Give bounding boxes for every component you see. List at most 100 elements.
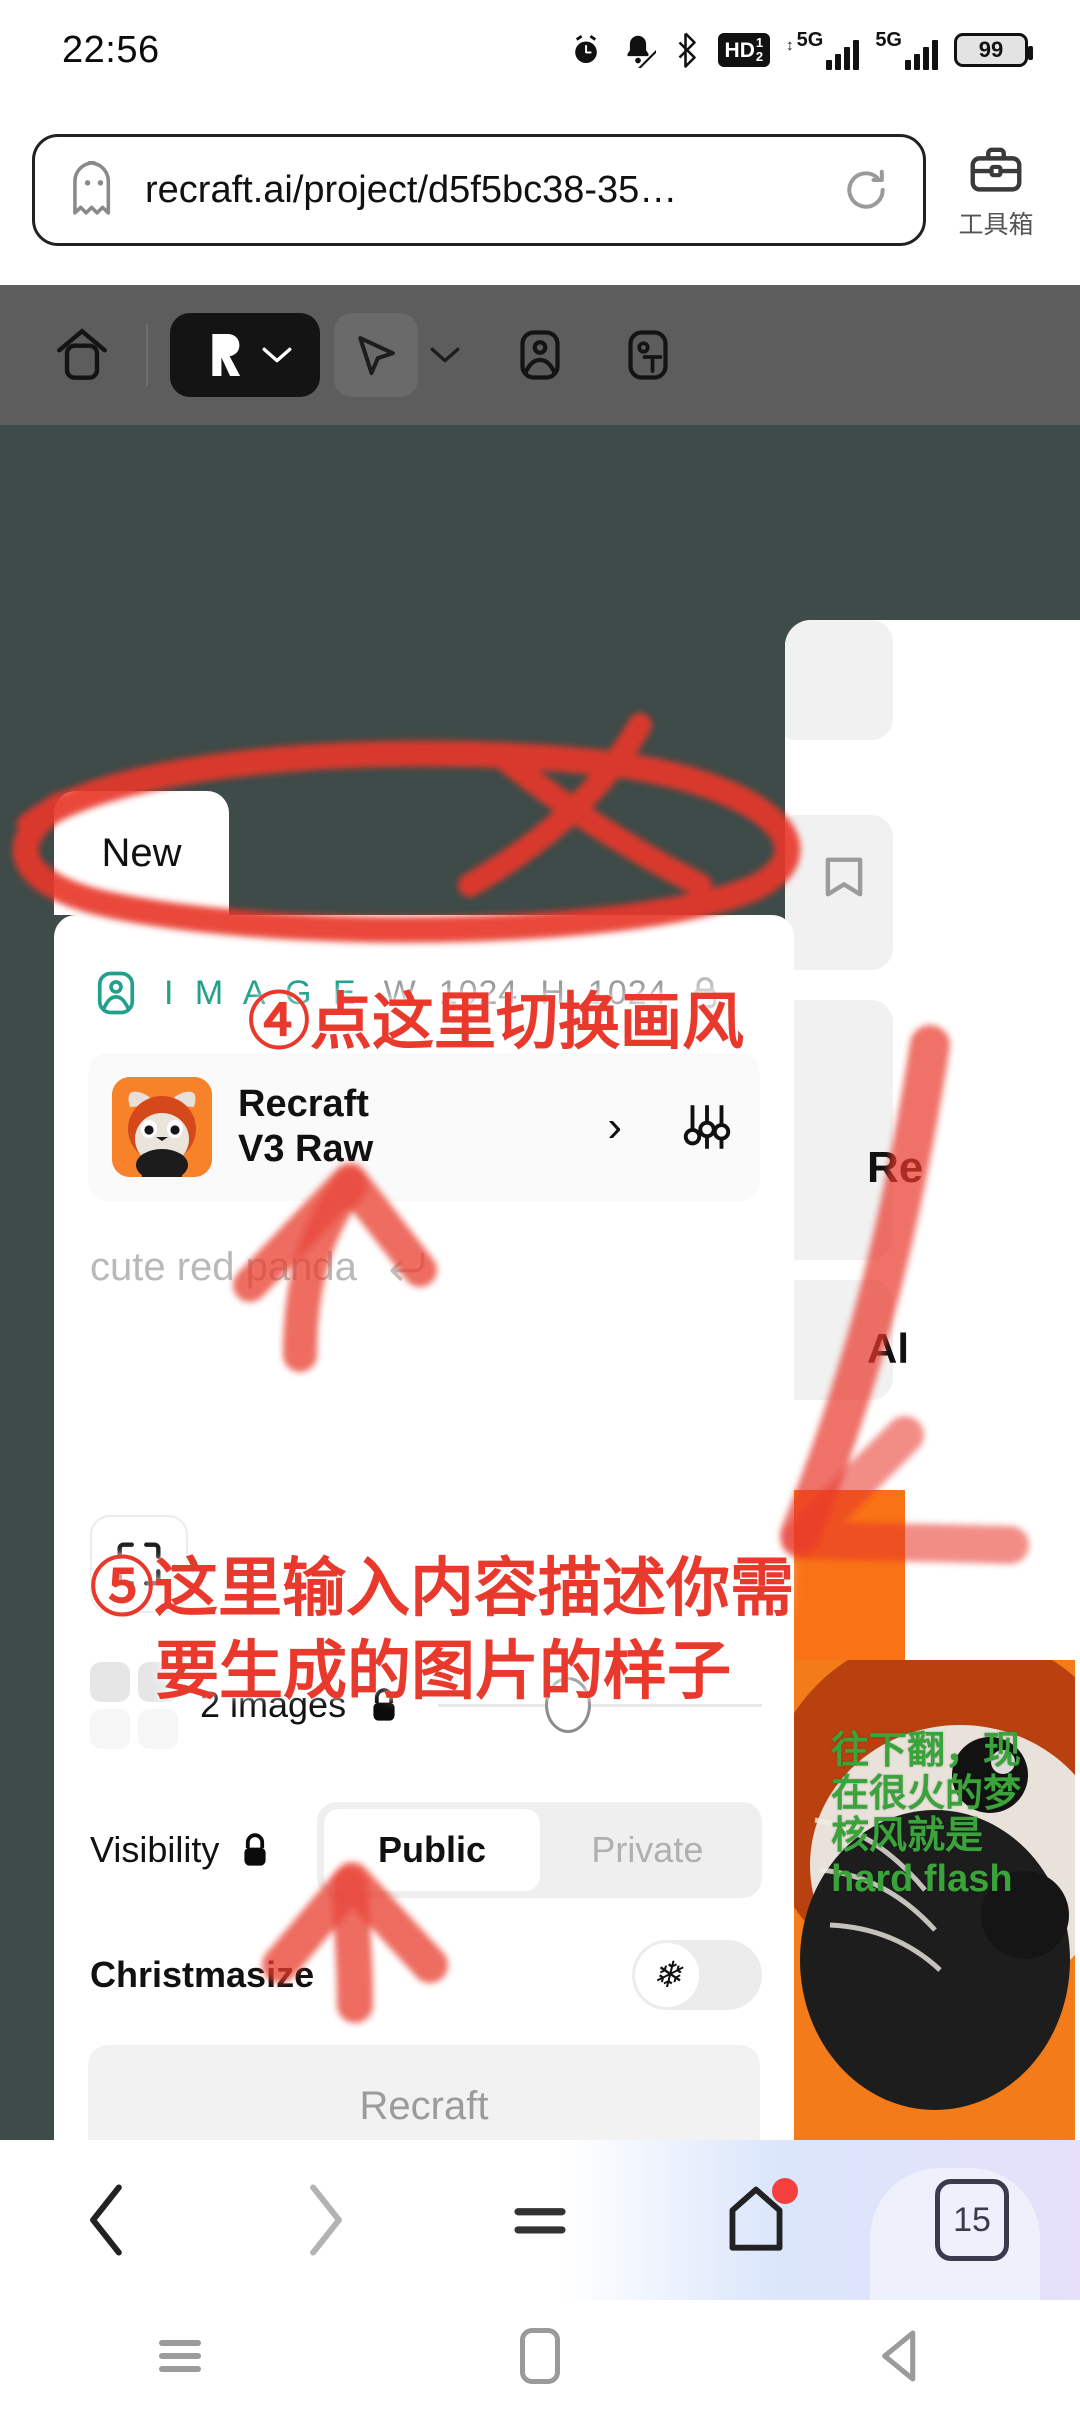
android-nav-bar [0, 2300, 1080, 2412]
image-count-slider[interactable] [438, 1677, 762, 1733]
browser-home-button[interactable] [648, 2140, 864, 2300]
brand-tool-button[interactable] [170, 313, 320, 397]
bookmark-icon [821, 851, 867, 903]
count-grid-icon [90, 1661, 178, 1749]
christmasize-row: Christmasize ❄ [90, 1925, 762, 2025]
battery-icon: 99 [954, 33, 1033, 67]
hd-sup: 1 [755, 35, 764, 51]
right-panel-title: Re [867, 1143, 924, 1192]
back-icon [876, 2328, 924, 2384]
home-icon[interactable] [40, 313, 124, 397]
slider-track [438, 1703, 762, 1707]
status-bar: 22:56 HD 1 2 ↕ 5G 5G 99 [0, 0, 1080, 100]
image-icon [90, 967, 142, 1019]
image-section-label: I M A G E [164, 973, 362, 1012]
bluetooth-icon [672, 32, 702, 68]
cursor-tool-button[interactable] [334, 313, 418, 397]
christmasize-toggle[interactable]: ❄ [632, 1940, 762, 2010]
status-time: 22:56 [62, 28, 160, 71]
style-chip-button[interactable] [90, 1515, 188, 1613]
android-home-button[interactable] [360, 2328, 720, 2384]
chevron-down-icon[interactable] [260, 344, 294, 366]
hd-voice-icon: HD 1 2 [717, 33, 771, 67]
green-annotation-note: 往下翻，现在很火的梦核风就是hard flash [831, 1730, 1022, 1900]
visibility-lock-icon[interactable] [239, 1830, 271, 1870]
data-arrows-icon: ↕ [786, 37, 794, 54]
browser-bottom-bar: 15 [0, 2140, 1080, 2300]
model-title: Recraft [238, 1083, 369, 1126]
browser-back-button[interactable] [0, 2140, 216, 2300]
recents-icon [159, 2333, 201, 2379]
toolbox-label: 工具箱 [958, 211, 1034, 239]
right-side-panel: Re Al 往下翻，现在很火的梦核风就是hard flash cr [785, 620, 1080, 2140]
status-icon-group: HD 1 2 ↕ 5G 5G 99 [568, 29, 1033, 70]
sliders-icon[interactable] [678, 1098, 736, 1156]
panel-card[interactable] [785, 620, 893, 740]
image-tool-button[interactable] [498, 313, 582, 397]
toolbar-divider [146, 324, 148, 386]
notification-dot [772, 2178, 798, 2204]
browser-url-bar: recraft.ai/project/d5f5bc38-35… 工具箱 [0, 110, 1080, 270]
cursor-chevron-down-icon[interactable] [428, 344, 462, 366]
ghost-icon [65, 159, 123, 221]
app-toolbar [0, 285, 1080, 425]
christmasize-label: Christmasize [90, 1954, 315, 1995]
url-text: recraft.ai/project/d5f5bc38-35… [145, 168, 678, 211]
height-value[interactable]: 1024 [588, 974, 668, 1013]
enter-arrow-icon[interactable] [384, 1245, 428, 1289]
home-icon [520, 2328, 560, 2384]
hd-sub: 2 [755, 49, 764, 64]
browser-tabs-button[interactable]: 15 [864, 2140, 1080, 2300]
signal-bars-2 [905, 40, 938, 70]
width-value[interactable]: 1024 [439, 974, 519, 1013]
new-tab-label[interactable]: New [54, 791, 229, 915]
toolbox-button[interactable]: 工具箱 [936, 139, 1056, 241]
generation-panel: I M A G E W 1024 H 1024 Recraft V3 Raw ›… [54, 915, 794, 2140]
web-page-viewport: Re Al 往下翻，现在很火的梦核风就是hard flash cr [0, 285, 1080, 2140]
width-label: W [383, 973, 417, 1012]
android-back-button[interactable] [720, 2328, 1080, 2384]
frame-icon [110, 1535, 168, 1593]
model-subtitle: V3 Raw [238, 1128, 374, 1170]
panel-card[interactable] [785, 1000, 893, 1260]
generate-button[interactable]: Recraft [88, 2045, 760, 2140]
prompt-placeholder: cute red panda [90, 1245, 428, 1290]
bell-muted-icon [620, 32, 656, 68]
network-label-2: 5G [875, 29, 902, 51]
browser-menu-button[interactable] [432, 2140, 648, 2300]
panel-card[interactable] [785, 815, 893, 970]
model-selector[interactable]: Recraft V3 Raw › [88, 1053, 760, 1201]
right-panel-subtitle: Al [867, 1325, 909, 1372]
battery-level: 99 [978, 37, 1004, 62]
screen: 22:56 HD 1 2 ↕ 5G 5G 99 recraft.ai/proje… [0, 0, 1080, 2412]
network-label-1: 5G [796, 29, 824, 51]
visibility-label: Visibility [90, 1829, 220, 1870]
signal-bars-1 [826, 40, 860, 70]
browser-forward-button[interactable] [216, 2140, 432, 2300]
new-tab-text: New [101, 830, 182, 875]
signal-5g-1: ↕ 5G [786, 29, 860, 70]
reload-icon[interactable] [841, 165, 891, 215]
text-tool-button[interactable] [606, 313, 690, 397]
prompt-placeholder-text: cute red panda [90, 1245, 357, 1289]
url-input[interactable]: recraft.ai/project/d5f5bc38-35… [32, 134, 926, 246]
alarm-icon [568, 32, 604, 68]
image-size-row: I M A G E W 1024 H 1024 [90, 967, 720, 1019]
signal-5g-2: 5G [875, 30, 938, 70]
slider-knob[interactable] [544, 1677, 591, 1733]
generate-button-label: Recraft [359, 2083, 489, 2128]
visibility-row: Visibility Public Private [90, 1795, 762, 1905]
image-count-label: 2 images [200, 1684, 347, 1725]
visibility-option-private[interactable]: Private [540, 1809, 755, 1891]
chevron-right-icon[interactable]: › [607, 1102, 622, 1152]
android-recents-button[interactable] [0, 2333, 360, 2379]
image-count-row: 2 images [90, 1657, 762, 1753]
height-label: H [540, 973, 566, 1012]
toolbox-icon [965, 139, 1027, 201]
count-lock-icon[interactable] [368, 1685, 400, 1725]
lock-icon[interactable] [690, 975, 720, 1011]
model-name: Recraft V3 Raw [238, 1082, 581, 1172]
hd-label: HD [724, 38, 755, 62]
visibility-option-public[interactable]: Public [324, 1809, 540, 1891]
visibility-segmented-control[interactable]: Public Private [317, 1802, 762, 1898]
